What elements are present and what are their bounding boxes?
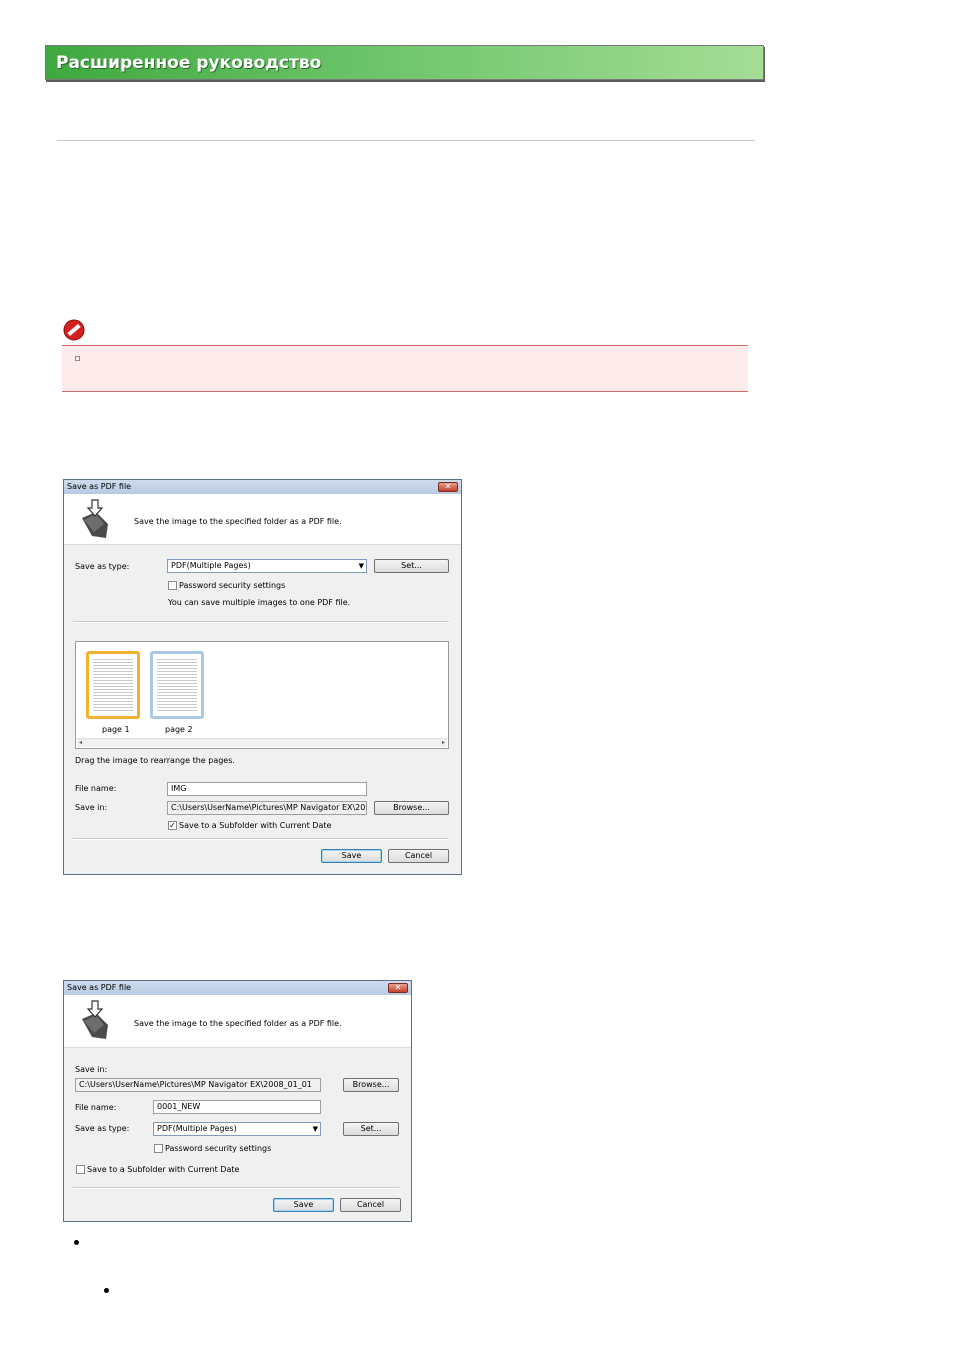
dialog-titlebar: Save as PDF file ✕ [64, 981, 411, 996]
chevron-down-icon: ▼ [312, 1125, 318, 1133]
cancel-button[interactable]: Cancel [388, 849, 449, 863]
manual-header-bar: Расширенное руководство [45, 45, 764, 80]
browse-button[interactable]: Browse... [374, 801, 449, 815]
dialog-header: Save the image to the specified folder a… [64, 494, 461, 545]
save-as-type-label: Save as type: [75, 562, 130, 571]
save-in-label: Save in: [75, 803, 108, 812]
close-icon[interactable]: ✕ [388, 983, 408, 993]
password-checkbox[interactable] [154, 1144, 163, 1153]
page-caption: page 1 [102, 725, 130, 734]
chevron-down-icon: ▼ [358, 562, 364, 570]
save-folder-icon [82, 499, 108, 538]
save-as-type-select[interactable]: PDF(Multiple Pages) ▼ [153, 1122, 321, 1136]
separator [73, 1187, 399, 1189]
save-as-type-select[interactable]: PDF(Multiple Pages) ▼ [167, 559, 367, 573]
save-as-type-value: PDF(Multiple Pages) [157, 1124, 237, 1133]
dialog-titlebar: Save as PDF file ✕ [64, 480, 461, 495]
subfolder-label: Save to a Subfolder with Current Date [87, 1165, 240, 1174]
scroll-right-icon[interactable]: ▸ [442, 739, 445, 746]
save-as-type-value: PDF(Multiple Pages) [171, 561, 251, 570]
separator [73, 838, 449, 840]
page-thumbnail-selected[interactable] [86, 651, 140, 719]
file-name-label: File name: [75, 784, 117, 793]
close-icon[interactable]: ✕ [438, 482, 458, 492]
header-divider [57, 140, 755, 141]
set-button[interactable]: Set... [343, 1122, 399, 1136]
password-label: Password security settings [165, 1144, 272, 1153]
page-thumbnail[interactable] [150, 651, 204, 719]
info-text: You can save multiple images to one PDF … [168, 598, 351, 607]
save-folder-icon [82, 1000, 108, 1039]
page-thumbnail-list[interactable]: page 1 page 2 ◂ ▸ [75, 641, 449, 749]
browse-button[interactable]: Browse... [343, 1078, 399, 1092]
no-entry-icon [63, 319, 85, 341]
page-caption: page 2 [165, 725, 193, 734]
drag-hint: Drag the image to rearrange the pages. [75, 756, 235, 765]
sublist-bullet [104, 1288, 109, 1293]
save-button[interactable]: Save [321, 849, 382, 863]
set-button[interactable]: Set... [374, 559, 449, 573]
dialog-description: Save the image to the specified folder a… [134, 1019, 342, 1028]
save-in-field[interactable]: C:\Users\UserName\Pictures\MP Navigator … [167, 801, 367, 815]
subfolder-label: Save to a Subfolder with Current Date [179, 821, 332, 830]
dialog-description: Save the image to the specified folder a… [134, 517, 342, 526]
note-bullet [75, 356, 80, 361]
dialog-header: Save the image to the specified folder a… [64, 995, 411, 1048]
separator [73, 621, 449, 623]
save-in-label: Save in: [75, 1065, 108, 1074]
save-as-type-label: Save as type: [75, 1124, 130, 1133]
password-label: Password security settings [179, 581, 286, 590]
important-note-box [62, 345, 748, 392]
manual-title: Расширенное руководство [56, 53, 322, 73]
dialog-title: Save as PDF file [67, 983, 132, 992]
list-bullet [74, 1240, 79, 1245]
horizontal-scrollbar[interactable]: ◂ ▸ [77, 738, 447, 747]
dialog-title: Save as PDF file [67, 482, 132, 491]
subfolder-checkbox[interactable]: ✓ [168, 821, 177, 830]
scroll-left-icon[interactable]: ◂ [79, 739, 82, 746]
save-in-field[interactable]: C:\Users\UserName\Pictures\MP Navigator … [75, 1078, 321, 1092]
file-name-input[interactable]: IMG [167, 782, 367, 796]
cancel-button[interactable]: Cancel [340, 1198, 401, 1212]
password-checkbox[interactable] [168, 581, 177, 590]
file-name-input[interactable]: 0001_NEW [153, 1100, 321, 1114]
file-name-label: File name: [75, 1103, 117, 1112]
subfolder-checkbox[interactable] [76, 1165, 85, 1174]
save-button[interactable]: Save [273, 1198, 334, 1212]
save-as-pdf-dialog-2: Save as PDF file ✕ Save the image to the… [63, 980, 412, 1222]
save-as-pdf-dialog-1: Save as PDF file ✕ Save the image to the… [63, 479, 462, 875]
